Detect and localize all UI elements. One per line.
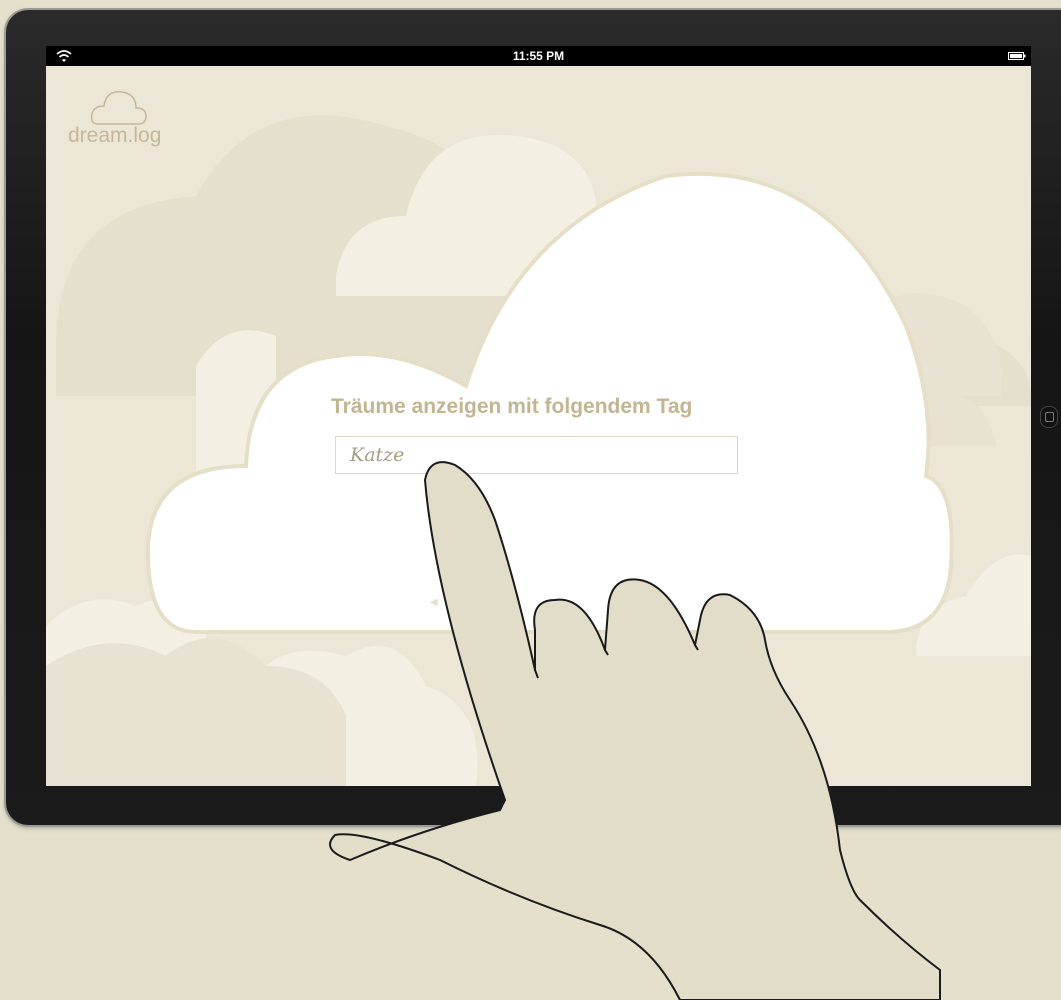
app-logo: dream.log [68, 86, 188, 156]
status-bar: 11:55 PM [46, 46, 1031, 66]
back-label: zurück [447, 592, 504, 613]
back-button[interactable]: ◀ zurück [430, 592, 504, 614]
back-arrow-icon: ◀ [430, 597, 438, 609]
dialog-title: Träume anzeigen mit folgendem Tag [331, 395, 693, 418]
cloud-logo-icon [90, 91, 147, 125]
home-button[interactable] [1040, 406, 1058, 428]
app-screen: dream.log Träume anzeigen mit folgendem … [46, 66, 1031, 786]
tag-input[interactable] [335, 436, 738, 474]
battery-icon [1008, 52, 1026, 60]
logo-text: dream.log [68, 124, 162, 147]
status-time: 11:55 PM [512, 49, 565, 63]
